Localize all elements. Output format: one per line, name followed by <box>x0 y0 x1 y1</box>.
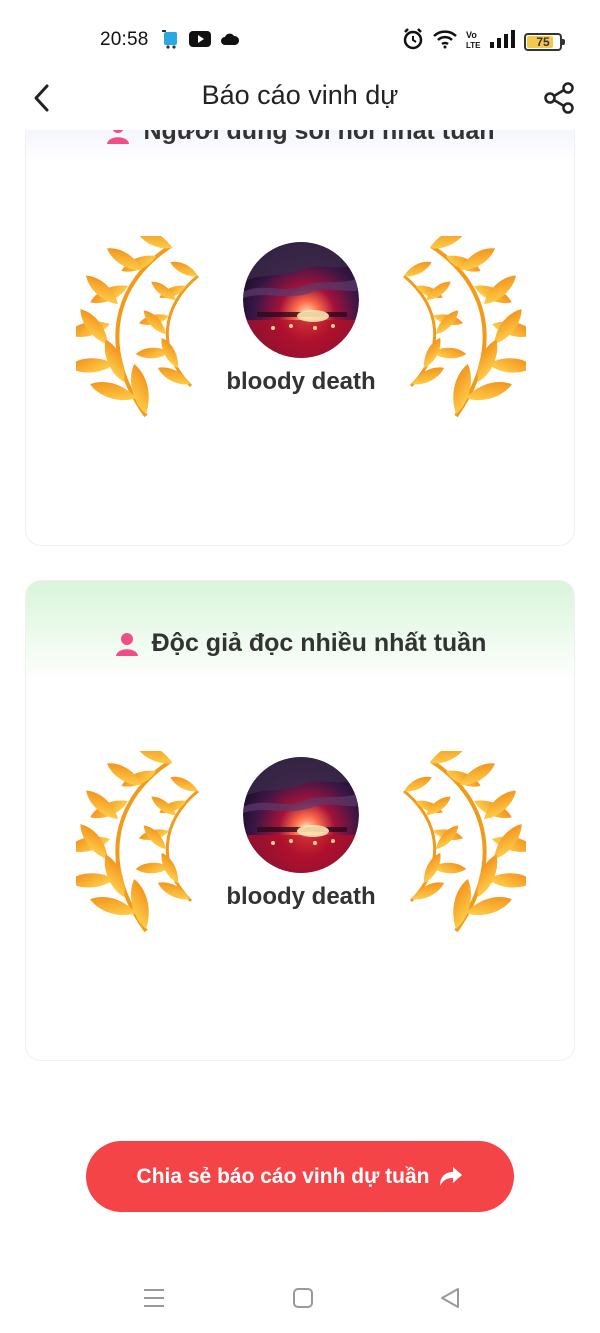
nav-back-button[interactable] <box>430 1282 470 1314</box>
status-right-icons: Vo LTE 75 <box>402 28 565 55</box>
youtube-icon <box>189 31 211 52</box>
person-icon <box>114 631 140 657</box>
username[interactable]: bloody death <box>76 368 526 396</box>
back-triangle-icon <box>441 1288 459 1308</box>
share-icon <box>544 82 574 114</box>
app-notification-icon <box>162 29 180 54</box>
nav-menu-button[interactable] <box>134 1282 174 1314</box>
avatar[interactable] <box>243 242 359 358</box>
svg-text:LTE: LTE <box>466 41 481 49</box>
share-report-label: Chia sẻ báo cáo vinh dự tuần <box>136 1164 430 1188</box>
top-reader-card: Độc giả đọc nhiều nhất tuần bloody death <box>25 580 575 1061</box>
app-header: Báo cáo vinh dự <box>0 66 600 130</box>
laurel-right-icon <box>396 751 526 941</box>
laurel-left-icon <box>76 751 206 941</box>
avatar[interactable] <box>243 757 359 873</box>
page-title: Báo cáo vinh dự <box>201 80 399 110</box>
status-time: 20:58 <box>100 29 149 50</box>
svg-text:Vo: Vo <box>466 30 477 40</box>
volte-icon: Vo LTE <box>466 29 482 54</box>
nav-home-button[interactable] <box>283 1282 323 1314</box>
battery-level: 75 <box>536 34 550 49</box>
menu-icon <box>144 1289 164 1307</box>
card-title: Độc giả đọc nhiều nhất tuần <box>151 629 487 657</box>
laurel-right-icon <box>396 236 526 426</box>
share-button[interactable] <box>538 78 580 118</box>
home-icon <box>293 1288 313 1308</box>
wifi-icon <box>432 29 458 54</box>
alarm-icon <box>402 28 424 55</box>
system-nav-bar <box>0 1262 600 1333</box>
card-header: Độc giả đọc nhiều nhất tuần <box>26 581 574 701</box>
laurel-award: bloody death <box>76 236 526 426</box>
battery-icon: 75 <box>524 32 565 51</box>
username[interactable]: bloody death <box>76 883 526 911</box>
laurel-award: bloody death <box>76 751 526 941</box>
card-title-row: Độc giả đọc nhiều nhất tuần <box>26 629 574 658</box>
share-weekly-report-button[interactable]: Chia sẻ báo cáo vinh dự tuần <box>86 1141 514 1212</box>
laurel-left-icon <box>76 236 206 426</box>
status-left-icons <box>162 29 240 54</box>
forward-arrow-icon <box>440 1166 463 1186</box>
top-active-user-card: Người dùng sôi nổi nhất tuần bloody deat… <box>25 100 575 546</box>
cloud-icon <box>220 32 240 51</box>
signal-icon <box>490 30 516 53</box>
